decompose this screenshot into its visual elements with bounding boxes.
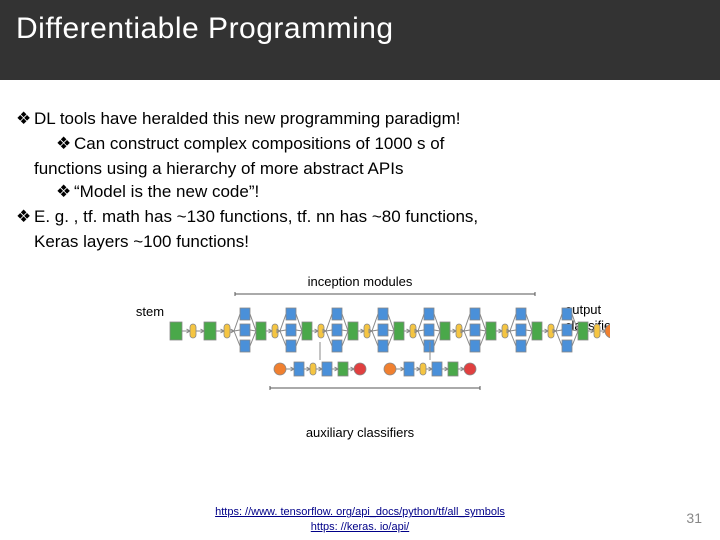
page-number: 31 xyxy=(686,510,702,526)
bullet-text: DL tools have heralded this new programm… xyxy=(34,108,704,131)
bullet-text: “Model is the new code”! xyxy=(74,181,704,204)
bullet-continuation: Keras layers ~100 functions! xyxy=(16,231,704,254)
diamond-bullet-icon: ❖ xyxy=(16,206,34,229)
tensorflow-api-link[interactable]: https: //www. tensorflow. org/api_docs/p… xyxy=(215,506,505,518)
svg-text:stem: stem xyxy=(136,304,164,319)
slide-title: Differentiable Programming xyxy=(16,12,704,46)
bullet-level0: ❖ E. g. , tf. math has ~130 functions, t… xyxy=(16,206,704,229)
bullet-level1: ❖ “Model is the new code”! xyxy=(16,181,704,204)
bullet-continuation: functions using a hierarchy of more abst… xyxy=(16,158,704,181)
svg-text:inception modules: inception modules xyxy=(308,274,413,289)
diagram-svg: inception modulesstemoutputclassifieraux… xyxy=(110,272,610,442)
footer-links: https: //www. tensorflow. org/api_docs/p… xyxy=(0,505,720,534)
bullet-text: E. g. , tf. math has ~130 functions, tf.… xyxy=(34,206,704,229)
bullet-text: Can construct complex compositions of 10… xyxy=(74,133,704,156)
diamond-bullet-icon: ❖ xyxy=(56,181,74,204)
bullet-level0: ❖ DL tools have heralded this new progra… xyxy=(16,108,704,131)
bullet-level1: ❖ Can construct complex compositions of … xyxy=(16,133,704,156)
svg-text:auxiliary classifiers: auxiliary classifiers xyxy=(306,425,415,440)
keras-api-link[interactable]: https: //keras. io/api/ xyxy=(311,521,409,533)
inception-diagram: inception modulesstemoutputclassifieraux… xyxy=(0,272,720,442)
slide-header: Differentiable Programming xyxy=(0,0,720,80)
diamond-bullet-icon: ❖ xyxy=(16,108,34,131)
diamond-bullet-icon: ❖ xyxy=(56,133,74,156)
slide-body: ❖ DL tools have heralded this new progra… xyxy=(0,80,720,262)
